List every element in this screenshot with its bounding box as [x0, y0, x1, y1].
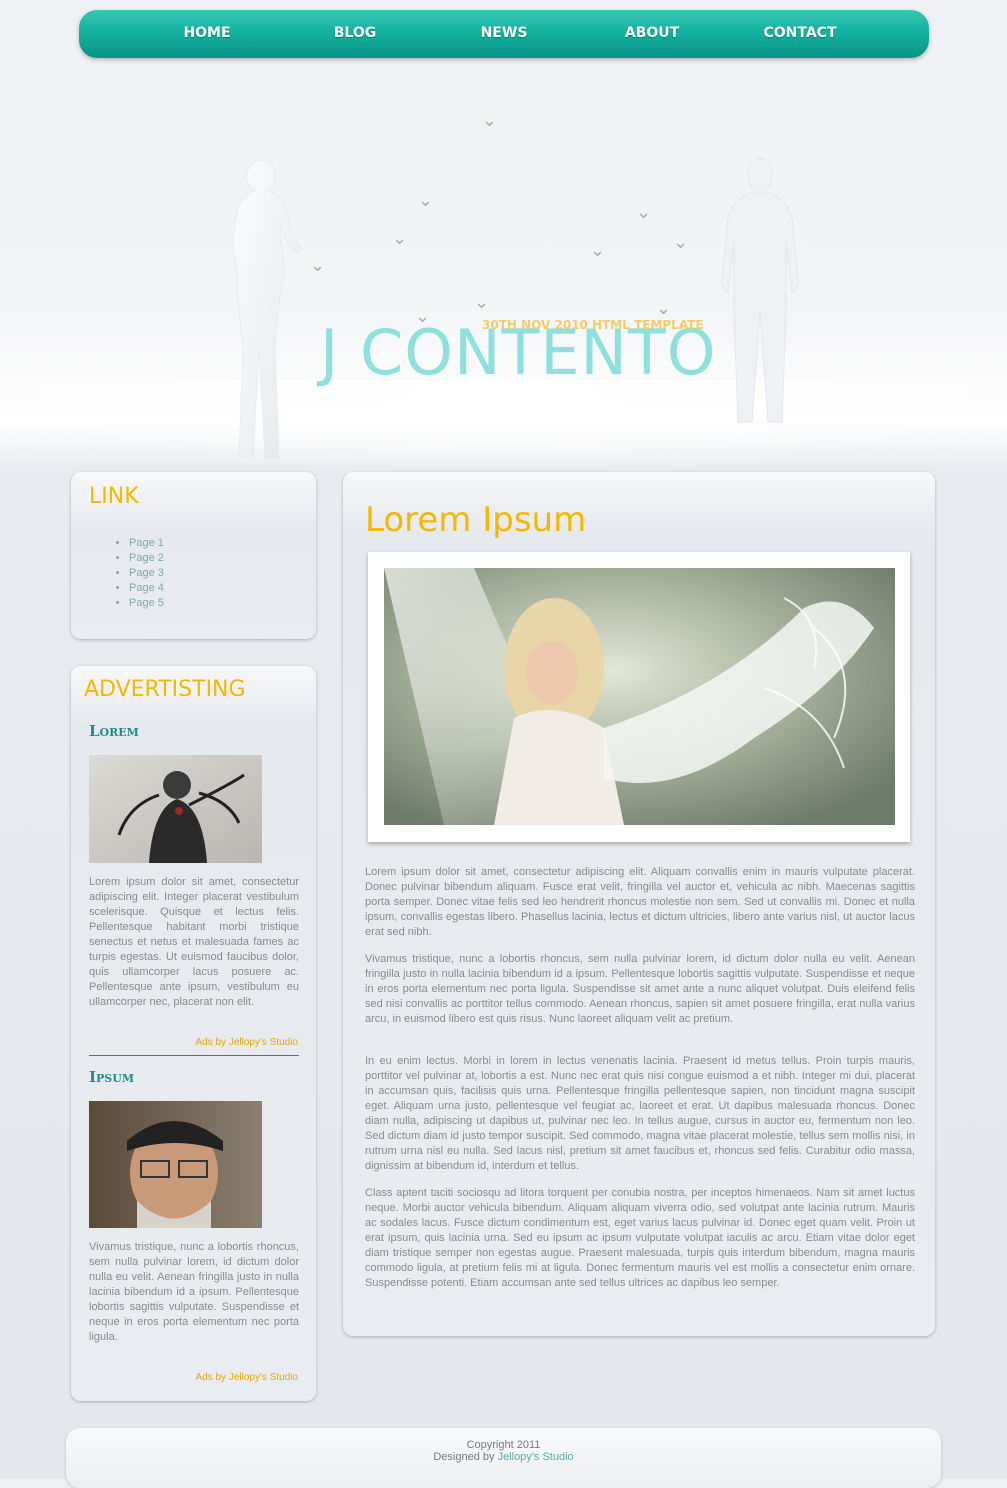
footer-designed-by: Designed by — [433, 1451, 495, 1463]
list-item: Page 4 — [129, 581, 164, 596]
main-nav: HOME BLOG NEWS ABOUT CONTACT — [79, 10, 929, 58]
bird-icon: ⌄ — [310, 255, 326, 275]
nav-blog[interactable]: BLOG — [334, 25, 377, 41]
advertising-panel-title: ADVERTISTING — [84, 677, 246, 702]
footer-credit: Designed by Jellopy's Studio — [66, 1451, 941, 1463]
ad-image-old-man[interactable] — [89, 1101, 262, 1228]
links-panel: LINK Page 1 Page 2 Page 3 Page 4 Page 5 — [71, 472, 316, 639]
hero-banner: ⌄ ⌄ ⌄ ⌄ ⌄ ⌄ ⌄ ⌄ ⌄ ⌄ ⌄ J CONTENTO 30TH NO… — [0, 60, 1007, 470]
list-item: Page 1 — [129, 536, 164, 551]
bird-icon: ⌄ — [482, 110, 498, 130]
divider — [89, 1055, 299, 1056]
nav-news[interactable]: NEWS — [481, 25, 528, 41]
hero-floor-glow — [0, 380, 1007, 470]
man-silhouette-image — [721, 157, 799, 423]
site-footer: Copyright 2011 Designed by Jellopy's Stu… — [66, 1428, 941, 1488]
link-page-2[interactable]: Page 2 — [129, 552, 164, 564]
featured-angel-image[interactable] — [384, 568, 895, 825]
ads-by-link[interactable]: Ads by Jellopy's Studio — [195, 1037, 298, 1048]
footer-designer-link[interactable]: Jellopy's Studio — [498, 1451, 574, 1463]
list-item: Page 2 — [129, 551, 164, 566]
ad-title: Ipsum — [89, 1068, 135, 1086]
nav-about[interactable]: ABOUT — [625, 25, 679, 41]
link-page-3[interactable]: Page 3 — [129, 567, 164, 579]
bird-icon: ⌄ — [673, 232, 689, 252]
featured-photo-frame — [368, 552, 910, 842]
links-panel-title: LINK — [89, 484, 139, 509]
body-paragraph: Lorem ipsum dolor sit amet, consectetur … — [365, 866, 915, 938]
nav-contact[interactable]: CONTACT — [763, 25, 836, 41]
link-page-5[interactable]: Page 5 — [129, 597, 164, 609]
ad-title: Lorem — [89, 722, 139, 740]
bird-icon: ⌄ — [418, 190, 434, 210]
ad-description: Vivamus tristique, nunc a lobortis rhonc… — [89, 1241, 299, 1343]
list-item: Page 3 — [129, 566, 164, 581]
bird-icon: ⌄ — [636, 202, 652, 222]
site-subtitle: 30TH NOV 2010 HTML TEMPLATE — [482, 318, 704, 332]
woman-silhouette-image — [232, 159, 304, 459]
main-content-panel: Lorem Ipsum Lorem ipsum dolor sit amet, … — [343, 472, 935, 1336]
bird-icon: ⌄ — [474, 292, 490, 312]
footer-copyright: Copyright 2011 — [466, 1439, 541, 1451]
link-page-4[interactable]: Page 4 — [129, 582, 164, 594]
bird-icon: ⌄ — [392, 228, 408, 248]
nav-home[interactable]: HOME — [183, 25, 230, 41]
ad-description: Lorem ipsum dolor sit amet, consectetur … — [89, 876, 299, 1008]
body-paragraph: Vivamus tristique, nunc a lobortis rhonc… — [365, 953, 915, 1025]
body-paragraph: In eu enim lectus. Morbi in lorem in lec… — [365, 1055, 915, 1172]
list-item: Page 5 — [129, 596, 164, 611]
advertising-panel: ADVERTISTING Lorem Lorem ipsum dolor sit… — [71, 666, 316, 1401]
ads-by-link[interactable]: Ads by Jellopy's Studio — [195, 1372, 298, 1383]
links-list: Page 1 Page 2 Page 3 Page 4 Page 5 — [111, 536, 164, 611]
ad-image-dark-figure[interactable] — [89, 755, 262, 863]
body-paragraph: Class aptent taciti sociosqu ad litora t… — [365, 1187, 915, 1289]
bird-icon: ⌄ — [590, 240, 606, 260]
link-page-1[interactable]: Page 1 — [129, 537, 164, 549]
main-title: Lorem Ipsum — [365, 500, 587, 540]
